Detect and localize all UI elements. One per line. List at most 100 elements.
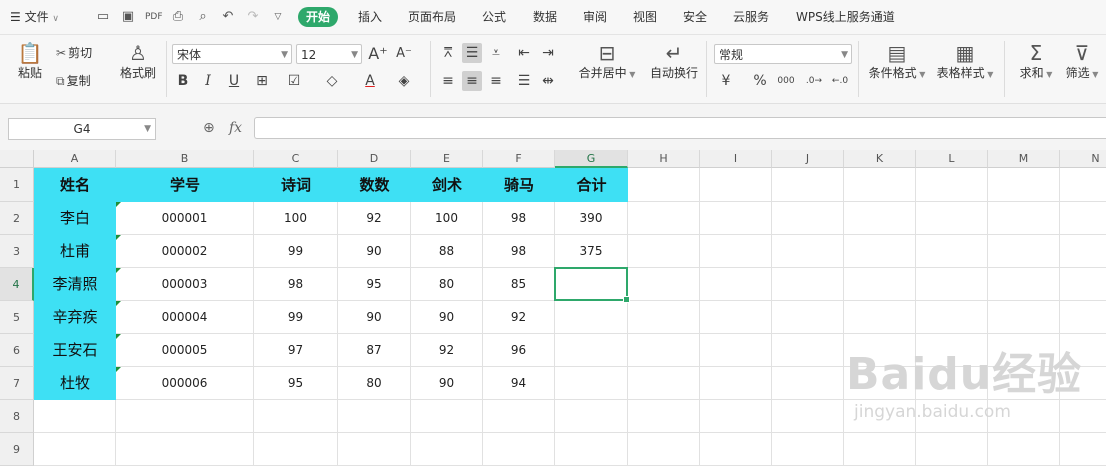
table-cell[interactable]: 99 [254,235,338,268]
column-header[interactable]: I [700,150,772,168]
name-box[interactable]: G4 ▼ [8,118,156,140]
font-size-select[interactable]: 12 ▼ [296,44,362,64]
table-cell[interactable] [772,367,844,400]
percent-icon[interactable]: % [750,71,770,91]
increase-font-icon[interactable]: A⁺ [368,44,388,64]
table-cell[interactable] [628,235,700,268]
table-cell[interactable] [700,168,772,202]
table-cell[interactable] [628,168,700,202]
table-cell[interactable]: 100 [254,202,338,235]
decrease-decimal-icon[interactable]: ←.0 [830,71,850,91]
table-cell[interactable] [916,202,988,235]
table-cell[interactable]: 390 [555,202,628,235]
table-cell[interactable] [555,301,628,334]
table-cell[interactable]: 80 [411,268,483,301]
table-cell[interactable]: 98 [483,235,555,268]
table-cell[interactable] [772,334,844,367]
header-cell[interactable]: 诗词 [254,168,338,202]
table-cell[interactable] [628,433,700,466]
table-cell[interactable]: 杜牧 [34,367,116,400]
table-cell[interactable] [628,202,700,235]
table-cell[interactable] [844,235,916,268]
bold-icon[interactable]: B [173,71,193,91]
tab-wps-online-service[interactable]: WPS线上服务通道 [796,0,895,34]
table-cell[interactable] [700,400,772,433]
paste-button[interactable]: 📋 粘贴 [12,41,48,81]
fill-color-icon[interactable]: ◇ [322,71,342,91]
table-cell[interactable] [254,400,338,433]
table-cell[interactable] [411,400,483,433]
table-cell[interactable]: 王安石 [34,334,116,367]
table-cell[interactable]: 90 [411,367,483,400]
table-cell[interactable] [844,301,916,334]
table-cell[interactable] [628,367,700,400]
column-header[interactable]: A [34,150,116,168]
select-all-corner[interactable] [0,150,34,168]
print-icon[interactable]: ⎙ [170,9,186,25]
column-header[interactable]: K [844,150,916,168]
sum-button[interactable]: Σ 求和 ▼ [1016,41,1056,83]
table-cell[interactable]: 95 [338,268,411,301]
distributed-align-icon[interactable]: ⇹ [538,71,558,91]
table-cell[interactable] [772,168,844,202]
table-cell[interactable] [772,268,844,301]
table-cell[interactable]: 92 [338,202,411,235]
zoom-icon[interactable]: ⊕ [203,120,215,136]
column-header[interactable]: F [483,150,555,168]
table-cell[interactable] [628,268,700,301]
table-cell[interactable] [916,301,988,334]
column-header[interactable]: J [772,150,844,168]
table-cell[interactable] [772,400,844,433]
table-cell[interactable] [916,235,988,268]
table-cell[interactable]: 90 [338,301,411,334]
row-header[interactable]: 2 [0,202,34,235]
header-cell[interactable]: 数数 [338,168,411,202]
table-style-button[interactable]: ▦ 表格样式 ▼ [934,41,996,83]
table-cell[interactable] [411,433,483,466]
column-header[interactable]: C [254,150,338,168]
table-cell[interactable]: 95 [254,367,338,400]
table-cell[interactable] [1060,168,1106,202]
table-cell[interactable] [34,433,116,466]
merge-center-button[interactable]: ⊟ 合并居中 ▼ [576,41,638,83]
align-middle-icon[interactable]: ☰ [462,43,482,63]
table-cell[interactable] [34,400,116,433]
table-cell[interactable] [555,334,628,367]
tab-page-layout[interactable]: 页面布局 [408,0,456,34]
increase-indent-icon[interactable]: ⇥ [538,43,558,63]
table-cell[interactable] [555,367,628,400]
column-header[interactable]: D [338,150,411,168]
table-cell[interactable] [844,168,916,202]
thousands-separator-icon[interactable]: 000 [776,71,796,91]
header-cell[interactable]: 学号 [116,168,254,202]
tab-security[interactable]: 安全 [683,0,707,34]
eraser-icon[interactable]: ◈ [394,71,414,91]
table-cell[interactable] [628,334,700,367]
table-cell[interactable]: 375 [555,235,628,268]
table-cell[interactable] [844,268,916,301]
fx-icon[interactable]: fx [229,120,242,136]
table-cell[interactable] [916,268,988,301]
copy-button[interactable]: ⧉ 复制 [56,71,91,91]
table-cell[interactable] [254,433,338,466]
table-cell[interactable]: 94 [483,367,555,400]
table-cell[interactable] [988,168,1060,202]
table-cell[interactable] [772,301,844,334]
table-cell[interactable] [483,433,555,466]
column-header[interactable]: E [411,150,483,168]
align-center-icon[interactable]: ≡ [462,71,482,91]
tab-view[interactable]: 视图 [633,0,657,34]
table-cell[interactable] [116,400,254,433]
wrap-text-button[interactable]: ↵ 自动换行 [646,41,702,81]
tab-insert[interactable]: 插入 [358,0,382,34]
cut-button[interactable]: ✂ 剪切 [56,43,92,63]
table-cell[interactable]: 92 [483,301,555,334]
print-preview-icon[interactable]: ⌕ [195,9,211,25]
table-cell[interactable] [988,268,1060,301]
column-header[interactable]: M [988,150,1060,168]
align-bottom-icon[interactable]: ⩡ [486,43,506,63]
table-cell[interactable]: 李清照 [34,268,116,301]
table-cell[interactable] [988,301,1060,334]
column-header[interactable]: G [555,150,628,168]
table-cell[interactable] [338,433,411,466]
